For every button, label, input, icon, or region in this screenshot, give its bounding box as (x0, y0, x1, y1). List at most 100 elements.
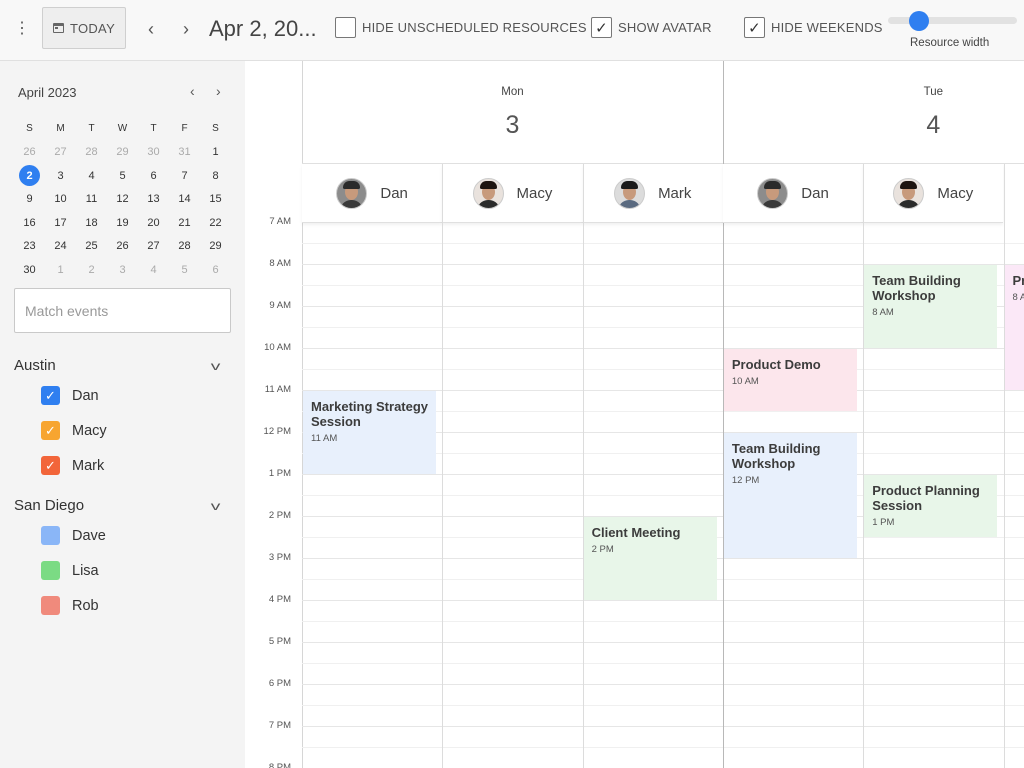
avatar (336, 177, 368, 209)
day-number: 3 (119, 263, 126, 276)
event-card[interactable]: Marketing Strategy Session 11 AM (303, 391, 437, 474)
calendar-day[interactable]: 26 (14, 141, 45, 165)
match-events-input[interactable] (14, 288, 231, 333)
calendar-day[interactable]: 10 (45, 188, 76, 212)
calendar-day[interactable]: 29 (200, 235, 231, 259)
date-title[interactable]: Apr 2, 20... (209, 16, 317, 42)
more-menu-icon[interactable]: ⋮ (14, 19, 30, 39)
chevron-down-icon[interactable]: v (211, 359, 233, 373)
resource-checkbox[interactable]: ✓ (41, 386, 60, 405)
calendar-day[interactable]: 25 (76, 235, 107, 259)
calendar-day[interactable]: 12 (107, 188, 138, 212)
calendar-day[interactable]: 5 (107, 164, 138, 188)
event-card[interactable]: Client Meeting 2 PM (583, 517, 717, 600)
calendar-day[interactable]: 31 (169, 141, 200, 165)
event-card[interactable]: Team Building Workshop 8 AM (864, 265, 998, 348)
today-button[interactable]: TODAY (42, 7, 126, 49)
calendar-day[interactable]: 30 (138, 141, 169, 165)
group-header-austin[interactable]: Austin v (14, 357, 229, 374)
calendar-day[interactable]: 5 (169, 258, 200, 282)
day-header[interactable]: Mon 3 (302, 61, 723, 164)
calendar-day[interactable]: 7 (169, 164, 200, 188)
calendar-day[interactable]: 4 (76, 164, 107, 188)
calendar-day[interactable]: 8 (200, 164, 231, 188)
resource-checkbox[interactable] (41, 526, 60, 545)
calendar-day[interactable]: 3 (107, 258, 138, 282)
calendar-day[interactable]: 13 (138, 188, 169, 212)
avatar (472, 177, 504, 209)
grid-line (302, 621, 1024, 622)
calendar-day[interactable]: 4 (138, 258, 169, 282)
resource-header-dan[interactable]: Dan (302, 164, 443, 223)
hide-weekends-checkbox[interactable]: ✓ (744, 17, 765, 38)
calendar-day[interactable]: 29 (107, 141, 138, 165)
selected-day[interactable]: 2 (14, 164, 45, 188)
calendar-day[interactable]: 16 (14, 211, 45, 235)
resource-header-macy[interactable]: Macy (442, 164, 583, 223)
calendar-day[interactable]: 22 (200, 211, 231, 235)
day-number: 25 (85, 240, 98, 253)
event-card[interactable]: Team Building Workshop 12 PM (723, 433, 858, 558)
resource-filter-mark[interactable]: ✓ Mark (41, 456, 104, 475)
resource-header-macy[interactable]: Macy (863, 164, 1004, 223)
calendar-day[interactable]: 26 (107, 235, 138, 259)
calendar-day[interactable]: 15 (200, 188, 231, 212)
resource-width-slider[interactable] (888, 17, 1017, 24)
resource-checkbox[interactable]: ✓ (41, 456, 60, 475)
resource-checkbox[interactable] (41, 596, 60, 615)
mini-calendar-next-icon[interactable]: › (216, 83, 221, 99)
event-time: 1 PM (872, 517, 895, 528)
calendar-day[interactable]: 6 (138, 164, 169, 188)
resource-header-mark[interactable]: Mark (582, 164, 723, 223)
calendar-day[interactable]: 20 (138, 211, 169, 235)
calendar-day[interactable]: 27 (45, 141, 76, 165)
next-date-button[interactable]: › (176, 19, 196, 39)
calendar-day[interactable]: 3 (45, 164, 76, 188)
mini-calendar-prev-icon[interactable]: ‹ (190, 83, 195, 99)
resource-header-dan[interactable]: Dan (722, 164, 864, 223)
event-card[interactable]: Pr Me 8 A (1004, 265, 1024, 390)
event-card[interactable]: Product Planning Session 1 PM (864, 475, 998, 537)
time-label: 7 AM (269, 216, 291, 227)
prev-date-button[interactable]: ‹ (141, 19, 161, 39)
hide-unscheduled-toggle[interactable]: HIDE UNSCHEDULED RESOURCES (335, 17, 587, 38)
resource-checkbox[interactable] (41, 561, 60, 580)
show-avatar-checkbox[interactable]: ✓ (591, 17, 612, 38)
calendar-day[interactable]: 23 (14, 235, 45, 259)
resource-checkbox[interactable]: ✓ (41, 421, 60, 440)
show-avatar-toggle[interactable]: ✓ SHOW AVATAR (591, 17, 712, 38)
resource-filter-dan[interactable]: ✓ Dan (41, 386, 99, 405)
resource-filter-macy[interactable]: ✓ Macy (41, 421, 107, 440)
day-number: 28 (85, 146, 98, 159)
calendar-day[interactable]: 1 (45, 258, 76, 282)
grid-line (302, 684, 1024, 685)
calendar-day[interactable]: 2 (76, 258, 107, 282)
calendar-day[interactable]: 6 (200, 258, 231, 282)
resource-name: Dan (72, 387, 99, 404)
calendar-day[interactable]: 21 (169, 211, 200, 235)
hide-weekends-toggle[interactable]: ✓ HIDE WEEKENDS (744, 17, 883, 38)
day-header[interactable]: Tue 4 (722, 61, 1024, 164)
calendar-day[interactable]: 27 (138, 235, 169, 259)
calendar-day[interactable]: 1 (200, 141, 231, 165)
calendar-day[interactable]: 18 (76, 211, 107, 235)
calendar-day[interactable]: 19 (107, 211, 138, 235)
resource-filter-rob[interactable]: Rob (41, 596, 99, 615)
chevron-down-icon[interactable]: v (211, 499, 233, 513)
calendar-day[interactable]: 9 (14, 188, 45, 212)
calendar-day[interactable]: 30 (14, 258, 45, 282)
day-number: 29 (116, 146, 129, 159)
resource-filter-lisa[interactable]: Lisa (41, 561, 99, 580)
calendar-day[interactable]: 28 (76, 141, 107, 165)
show-avatar-label: SHOW AVATAR (618, 20, 712, 35)
resource-width-slider-thumb[interactable] (909, 11, 929, 31)
calendar-day[interactable]: 17 (45, 211, 76, 235)
event-card[interactable]: Product Demo 10 AM (723, 349, 858, 411)
resource-filter-dave[interactable]: Dave (41, 526, 106, 545)
calendar-day[interactable]: 11 (76, 188, 107, 212)
calendar-day[interactable]: 24 (45, 235, 76, 259)
group-header-san-diego[interactable]: San Diego v (14, 497, 229, 514)
hide-unscheduled-checkbox[interactable] (335, 17, 356, 38)
calendar-day[interactable]: 28 (169, 235, 200, 259)
calendar-day[interactable]: 14 (169, 188, 200, 212)
